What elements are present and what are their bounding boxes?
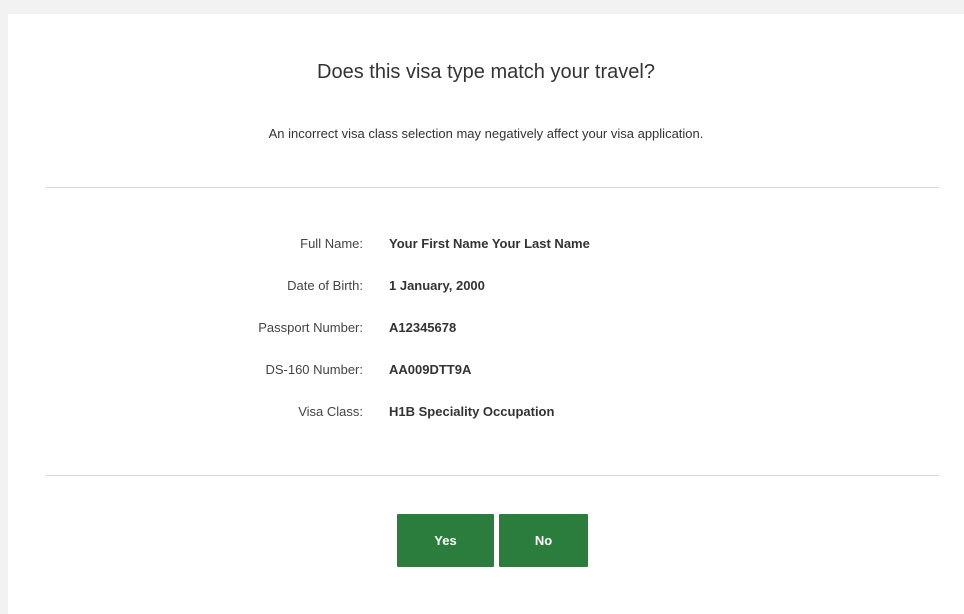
top-divider (46, 187, 939, 188)
passport-number-value: A12345678 (389, 320, 457, 335)
ds160-number-label: DS-160 Number: (265, 362, 363, 377)
date-of-birth-value: 1 January, 2000 (389, 278, 485, 293)
bottom-divider (46, 475, 939, 476)
date-of-birth-label: Date of Birth: (287, 278, 363, 293)
confirmation-dialog: Does this visa type match your travel? A… (8, 14, 964, 614)
detail-row-visa-class: Visa Class: H1B Speciality Occupation (8, 402, 964, 422)
dialog-subtitle: An incorrect visa class selection may ne… (268, 126, 704, 141)
ds160-number-value: AA009DTT9A (389, 362, 472, 377)
detail-row-full-name: Full Name: Your First Name Your Last Nam… (8, 234, 964, 254)
passport-number-label: Passport Number: (258, 320, 363, 335)
detail-row-date-of-birth: Date of Birth: 1 January, 2000 (8, 276, 964, 296)
no-button[interactable]: No (499, 514, 588, 567)
detail-row-ds160-number: DS-160 Number: AA009DTT9A (8, 360, 964, 380)
detail-row-passport-number: Passport Number: A12345678 (8, 318, 964, 338)
full-name-label: Full Name: (300, 236, 363, 251)
visa-class-label: Visa Class: (298, 404, 363, 419)
yes-button[interactable]: Yes (397, 514, 494, 567)
full-name-value: Your First Name Your Last Name (389, 236, 590, 251)
visa-class-value: H1B Speciality Occupation (389, 404, 555, 419)
dialog-title: Does this visa type match your travel? (317, 61, 655, 83)
